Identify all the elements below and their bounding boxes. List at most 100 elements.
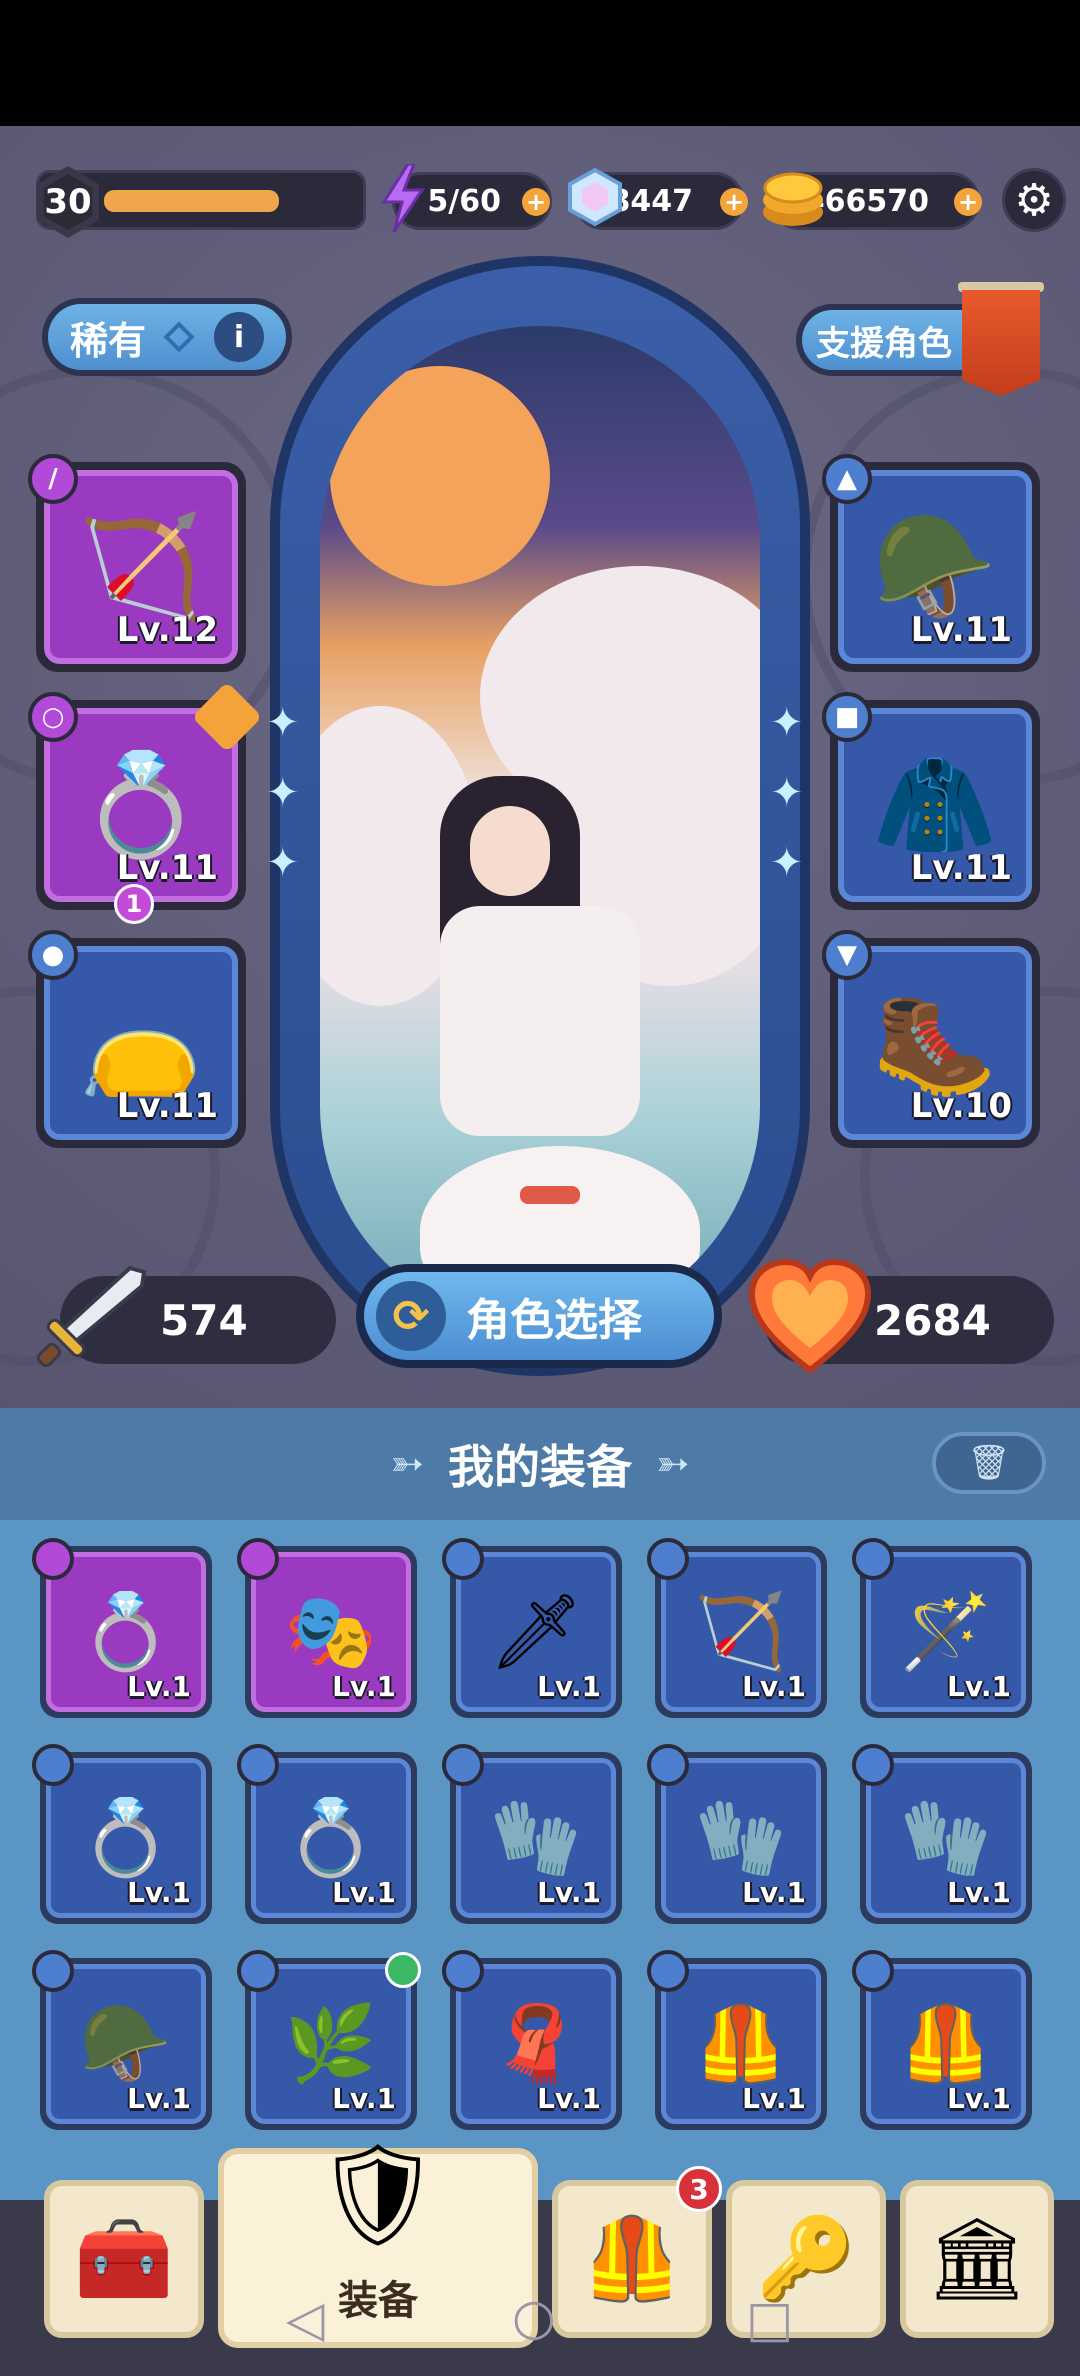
inventory-item[interactable]: 💍 Lv.1 <box>237 1744 417 1924</box>
item-level: Lv.1 <box>537 1876 601 1909</box>
add-gems-button[interactable]: + <box>720 188 748 216</box>
info-icon[interactable]: i <box>214 312 265 362</box>
xp-bar-fill <box>104 190 279 212</box>
boots-icon: 🥾 <box>872 984 998 1101</box>
item-type-icon <box>852 1950 894 1992</box>
nav-equipment-label: 装备 <box>338 2278 418 2324</box>
attack-value: 574 <box>160 1295 248 1345</box>
nav-museum-button[interactable]: 🏛 <box>900 2180 1054 2338</box>
recents-nav-icon[interactable]: □ <box>746 2290 793 2348</box>
item-type-icon <box>442 1538 484 1580</box>
sparkle-icon: ✦ <box>266 840 300 886</box>
inventory-item[interactable]: 🏹 Lv.1 <box>647 1538 827 1718</box>
equip-slot-armor[interactable]: 🧥 Lv.11 ■ <box>822 692 1040 910</box>
inventory-item[interactable]: 🧤 Lv.1 <box>852 1744 1032 1924</box>
staff-icon: 🪄 <box>899 1589 993 1675</box>
item-level: Lv.1 <box>332 1670 396 1703</box>
gem-icon <box>566 168 624 226</box>
item-type-icon <box>852 1744 894 1786</box>
amulet-icon: ● <box>28 930 78 980</box>
equip-slot-ring[interactable]: 💍 Lv.11 ○ 1 <box>28 681 263 924</box>
ring-icon: 💍 <box>78 746 204 863</box>
item-level: Lv.1 <box>537 2082 601 2115</box>
slot-level: Lv.11 <box>116 1086 218 1126</box>
equip-slot-helmet[interactable]: 🪖 Lv.11 ▲ <box>822 454 1040 672</box>
cycle-icon: ⟳ <box>376 1281 446 1351</box>
inventory-item[interactable]: 💍 Lv.1 <box>32 1538 212 1718</box>
inventory-item[interactable]: 🌿 Lv.1 <box>237 1950 421 2130</box>
inventory-item[interactable]: 🧤 Lv.1 <box>647 1744 827 1924</box>
hood-icon: 🪖 <box>79 2001 173 2087</box>
scarf-icon: 🧣 <box>489 2001 583 2087</box>
equip-slot-weapon[interactable]: 🏹 Lv.12 / <box>28 454 246 672</box>
back-nav-icon[interactable]: ◁ <box>286 2290 324 2348</box>
inventory-item[interactable]: 🗡 Lv.1 <box>442 1538 622 1718</box>
rarity-pill[interactable]: 稀有 i <box>42 298 292 376</box>
nav-shop-button[interactable]: 🧰 <box>44 2180 204 2338</box>
coins-icon <box>760 168 826 230</box>
item-type-icon <box>647 1744 689 1786</box>
inventory-item[interactable]: 💍 Lv.1 <box>32 1744 212 1924</box>
settings-gear-icon[interactable]: ⚙ <box>1002 168 1066 232</box>
sparkle-icon: ✦ <box>266 700 300 746</box>
home-nav-icon[interactable]: ○ <box>512 2288 556 2346</box>
item-type-icon <box>32 1950 74 1992</box>
item-type-icon <box>237 1538 279 1580</box>
portrait-body <box>440 906 640 1136</box>
building-icon: 🏛 <box>926 2212 1028 2305</box>
inventory-item[interactable]: 🪄 Lv.1 <box>852 1538 1032 1718</box>
inventory-item[interactable]: 🧤 Lv.1 <box>442 1744 622 1924</box>
item-level: Lv.1 <box>332 1876 396 1909</box>
item-type-icon <box>237 1950 279 1992</box>
item-level: Lv.1 <box>742 1670 806 1703</box>
pouch-icon: 👝 <box>78 984 204 1101</box>
inventory-item[interactable]: 🎭 Lv.1 <box>237 1538 417 1718</box>
item-level: Lv.1 <box>947 2082 1011 2115</box>
notification-badge: 3 <box>676 2166 722 2212</box>
item-level: Lv.1 <box>127 1670 191 1703</box>
gauntlet-icon: 🧤 <box>694 1795 788 1881</box>
mask-icon: 🎭 <box>284 1589 378 1675</box>
trash-icon[interactable]: 🗑 <box>932 1432 1046 1494</box>
bow-icon: 🏹 <box>78 508 204 625</box>
inventory-item[interactable]: 🦺 Lv.1 <box>852 1950 1032 2130</box>
lightning-icon <box>380 164 426 232</box>
bow-icon: 🏹 <box>694 1589 788 1675</box>
inventory-item[interactable]: 🧣 Lv.1 <box>442 1950 622 2130</box>
hood-icon: 🪖 <box>872 508 998 625</box>
ring-icon: 💍 <box>284 1795 378 1881</box>
item-type-icon <box>442 1950 484 1992</box>
feather-right-icon: ➳ <box>656 1441 690 1487</box>
ring-icon: ○ <box>28 692 78 742</box>
slot-level: Lv.11 <box>910 848 1012 888</box>
item-type-icon <box>32 1538 74 1580</box>
item-level: Lv.1 <box>537 1670 601 1703</box>
item-level: Lv.1 <box>332 2082 396 2115</box>
boots-icon: ▼ <box>822 930 872 980</box>
helmet-icon: ▲ <box>822 454 872 504</box>
feather-left-icon: ➳ <box>390 1441 424 1487</box>
armor-icon: 🦺 <box>899 2001 993 2087</box>
sword-icon: / <box>28 454 78 504</box>
add-coins-button[interactable]: + <box>954 188 982 216</box>
equip-slot-boots[interactable]: 🥾 Lv.10 ▼ <box>822 930 1040 1148</box>
sparkle-icon: ✦ <box>770 770 804 816</box>
add-energy-button[interactable]: + <box>522 188 550 216</box>
inventory-item[interactable]: 🪖 Lv.1 <box>32 1950 212 2130</box>
item-type-icon <box>647 1538 689 1580</box>
banner-flag-icon[interactable] <box>962 290 1040 396</box>
portrait-sun <box>330 366 550 586</box>
heart-icon <box>748 1258 872 1376</box>
equip-slot-amulet[interactable]: 👝 Lv.11 ● <box>28 930 246 1148</box>
slot-level: Lv.11 <box>116 848 218 888</box>
leaf-helm-icon: 🌿 <box>284 2001 378 2087</box>
armor-icon: 🦺 <box>582 2212 682 2305</box>
diamond-icon <box>163 321 195 353</box>
energy-value: 5/60 <box>427 183 501 219</box>
inventory-item[interactable]: 🦺 Lv.1 <box>647 1950 827 2130</box>
status-bar <box>0 0 1080 126</box>
ring-icon: 💍 <box>79 1589 173 1675</box>
character-select-button[interactable]: ⟳ 角色选择 <box>356 1264 722 1368</box>
item-level: Lv.1 <box>742 2082 806 2115</box>
dagger-icon: 🗡 <box>489 1589 583 1675</box>
